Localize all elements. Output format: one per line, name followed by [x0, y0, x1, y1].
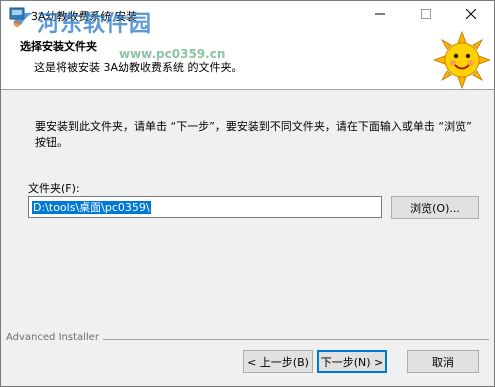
close-icon	[465, 8, 477, 22]
maximize-button[interactable]	[403, 1, 449, 30]
close-button[interactable]	[448, 1, 494, 30]
minimize-button[interactable]	[357, 1, 403, 30]
cancel-button[interactable]: 取消	[407, 350, 479, 373]
watermark-text: 河东软件园	[37, 11, 153, 37]
header-banner: 选择安装文件夹 这是将被安装 3A幼教收费系统 的文件夹。	[1, 30, 494, 90]
page-title: 选择安装文件夹	[20, 40, 97, 53]
folder-label: 文件夹(F):	[28, 182, 80, 195]
smiling-sun-icon	[432, 30, 492, 90]
installer-window: 3A幼教收费系统 安装 选择安装文件夹 这是将被安装 3A幼教收费系统 的文件夹…	[0, 0, 495, 387]
folder-path-value: D:\tools\桌面\pc0359\	[32, 201, 151, 214]
instruction-text: 要安装到此文件夹，请单击 “下一步”，要安装到不同文件夹，请在下面输入或单击 “…	[35, 120, 472, 149]
next-button[interactable]: 下一步(N) >	[317, 350, 387, 373]
page-subtitle: 这是将被安装 3A幼教收费系统 的文件夹。	[34, 61, 243, 74]
browse-button[interactable]: 浏览(O)...	[391, 196, 479, 219]
watermark-logo-icon	[11, 9, 35, 29]
minimize-icon	[375, 9, 385, 22]
installer-brand: Advanced Installer	[6, 332, 99, 343]
maximize-icon	[421, 9, 431, 22]
back-button[interactable]: < 上一步(B)	[243, 350, 313, 373]
watermark-url: www.pc0359.cn	[119, 47, 226, 61]
folder-path-input[interactable]: D:\tools\桌面\pc0359\	[28, 196, 382, 218]
footer-divider	[103, 339, 489, 340]
